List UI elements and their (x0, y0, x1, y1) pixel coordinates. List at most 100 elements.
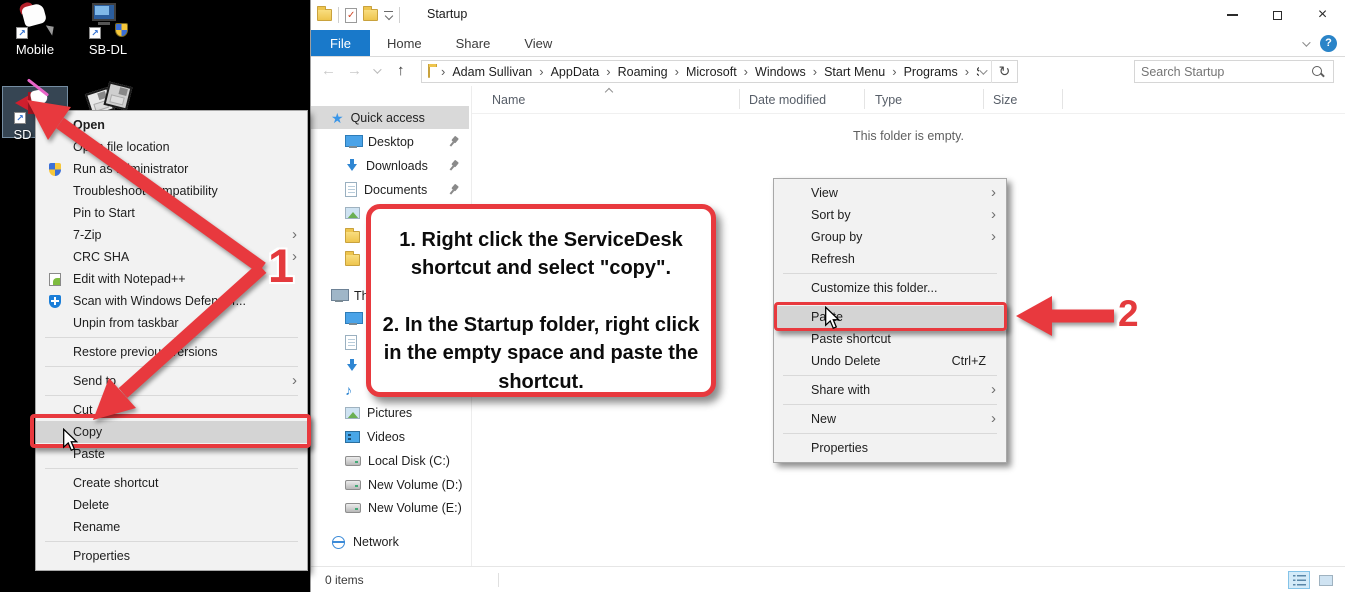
menu-item-view[interactable]: View› (774, 182, 1006, 204)
keyboard-shortcut: Ctrl+Z (952, 350, 986, 372)
search-input[interactable] (1135, 65, 1311, 79)
sidebar-item-network[interactable]: Network (311, 530, 469, 553)
details-view-button[interactable] (1288, 571, 1310, 589)
sidebar-item-new-volume-e[interactable]: New Volume (E:) (311, 496, 469, 519)
menu-item-restore-previous-versions[interactable]: Restore previous versions (36, 341, 307, 363)
defender-shield-icon (49, 295, 61, 308)
forward-icon[interactable]: → (347, 62, 362, 79)
tab-file[interactable]: File (311, 30, 370, 56)
new-folder-icon[interactable] (363, 9, 378, 21)
search-icon[interactable] (1311, 65, 1325, 79)
computer-shield-icon: ↗ (88, 3, 128, 39)
refresh-icon[interactable]: ↻ (991, 60, 1017, 83)
menu-item-troubleshoot-compatibility[interactable]: Troubleshoot compatibility (36, 180, 307, 202)
sidebar-item-pictures[interactable]: Pictures (311, 401, 469, 424)
pin-icon (446, 158, 461, 173)
minimize-button[interactable] (1210, 0, 1255, 30)
column-name[interactable]: Name (492, 93, 525, 107)
menu-item-delete[interactable]: Delete (36, 494, 307, 516)
breadcrumb-item[interactable]: Adam Sullivan (452, 65, 532, 79)
column-type[interactable]: Type (875, 93, 902, 107)
menu-item-pin-to-start[interactable]: Pin to Start (36, 202, 307, 224)
back-icon[interactable]: ← (321, 62, 336, 79)
menu-item-share-with[interactable]: Share with› (774, 379, 1006, 401)
column-headers: Name Date modified Type Size (472, 86, 1345, 114)
minimize-ribbon-icon[interactable] (1302, 38, 1310, 46)
submenu-arrow-icon: › (991, 226, 996, 248)
tab-view[interactable]: View (507, 30, 569, 56)
menu-item-open[interactable]: Open (36, 114, 307, 136)
menu-item-new[interactable]: New› (774, 408, 1006, 430)
column-size[interactable]: Size (993, 93, 1017, 107)
desktop-icon-sb-dl[interactable]: ↗ SB-DL (79, 3, 137, 57)
breadcrumb-item[interactable]: Windows (755, 65, 806, 79)
customize-toolbar-icon[interactable] (384, 11, 393, 20)
menu-item-send-to[interactable]: Send to› (36, 370, 307, 392)
menu-item-unpin-from-taskbar[interactable]: Unpin from taskbar (36, 312, 307, 334)
help-icon[interactable]: ? (1320, 35, 1337, 52)
up-icon[interactable]: ↑ (397, 62, 405, 79)
menu-item-rename[interactable]: Rename (36, 516, 307, 538)
menu-item-sort-by[interactable]: Sort by› (774, 204, 1006, 226)
sidebar-item-quick-access[interactable]: ★ Quick access (311, 106, 469, 129)
breadcrumb-item[interactable]: Programs (904, 65, 958, 79)
address-bar[interactable]: › Adam Sullivan› AppData› Roaming› Micro… (421, 60, 1018, 83)
shield-icon (115, 23, 128, 37)
column-date-modified[interactable]: Date modified (749, 93, 826, 107)
menu-item-open-file-location[interactable]: Open file location (36, 136, 307, 158)
menu-item-undo-delete[interactable]: Undo DeleteCtrl+Z (774, 350, 1006, 372)
address-dropdown-icon[interactable] (979, 66, 987, 74)
submenu-arrow-icon: › (991, 379, 996, 401)
folder-icon (345, 231, 360, 243)
desktop-icon-mobile[interactable]: ↗ Mobile (6, 3, 64, 57)
menu-item-properties[interactable]: Properties (36, 545, 307, 567)
quick-access-toolbar (317, 5, 400, 25)
recent-locations-icon[interactable] (373, 65, 381, 73)
search-box[interactable] (1134, 60, 1334, 83)
menu-item-create-shortcut[interactable]: Create shortcut (36, 472, 307, 494)
annotation-step-1: 1. Right click the ServiceDesk shortcut … (379, 226, 703, 283)
shortcut-context-menu: Open Open file location Run as administr… (35, 110, 308, 571)
menu-item-edit-with-notepad[interactable]: Edit with Notepad++ (36, 268, 307, 290)
breadcrumb-item[interactable]: Start Menu (824, 65, 885, 79)
folder-icon (428, 66, 430, 78)
menu-item-scan-with-defender[interactable]: Scan with Windows Defender... (36, 290, 307, 312)
highlight-paste-box (774, 302, 1007, 331)
sidebar-item-downloads[interactable]: Downloads (311, 154, 469, 177)
quick-access-icon: ★ (331, 111, 344, 125)
menu-item-refresh[interactable]: Refresh (774, 248, 1006, 270)
tab-share[interactable]: Share (439, 30, 508, 56)
shortcut-arrow-icon: ↗ (16, 27, 28, 39)
screen: ↗ Mobile ↗ SB-DL ↗ SD - D (0, 0, 1345, 592)
uac-shield-icon (49, 163, 61, 176)
this-pc-icon (331, 289, 347, 303)
sidebar-item-local-disk-c[interactable]: Local Disk (C:) (311, 449, 469, 472)
sidebar-item-documents[interactable]: Documents (311, 178, 469, 201)
thumbnails-view-button[interactable] (1315, 571, 1337, 589)
menu-item-customize-this-folder[interactable]: Customize this folder... (774, 277, 1006, 299)
pin-icon (446, 182, 461, 197)
menu-item-properties[interactable]: Properties (774, 437, 1006, 459)
submenu-arrow-icon: › (991, 182, 996, 204)
maximize-button[interactable] (1255, 0, 1300, 30)
sidebar-item-desktop[interactable]: Desktop (311, 130, 469, 153)
menu-item-crc-sha[interactable]: CRC SHA› (36, 246, 307, 268)
breadcrumb: › Adam Sullivan› AppData› Roaming› Micro… (422, 64, 979, 79)
menu-item-run-as-administrator[interactable]: Run as administrator (36, 158, 307, 180)
pictures-icon (345, 207, 360, 219)
thumbnails-view-icon (1319, 575, 1333, 586)
properties-icon[interactable] (345, 8, 357, 23)
sidebar-item-videos[interactable]: Videos (311, 425, 469, 448)
breadcrumb-item[interactable]: Microsoft (686, 65, 737, 79)
annotation-box: 1. Right click the ServiceDesk shortcut … (366, 204, 716, 397)
pictures-icon (345, 407, 360, 419)
breadcrumb-item[interactable]: AppData (551, 65, 600, 79)
menu-item-group-by[interactable]: Group by› (774, 226, 1006, 248)
tab-home[interactable]: Home (370, 30, 439, 56)
menu-item-7zip[interactable]: 7-Zip› (36, 224, 307, 246)
window-controls: × (1210, 0, 1345, 30)
menu-item-paste-shortcut[interactable]: Paste shortcut (774, 328, 1006, 350)
sidebar-item-new-volume-d[interactable]: New Volume (D:) (311, 473, 469, 496)
close-button[interactable]: × (1300, 0, 1345, 30)
breadcrumb-item[interactable]: Roaming (618, 65, 668, 79)
